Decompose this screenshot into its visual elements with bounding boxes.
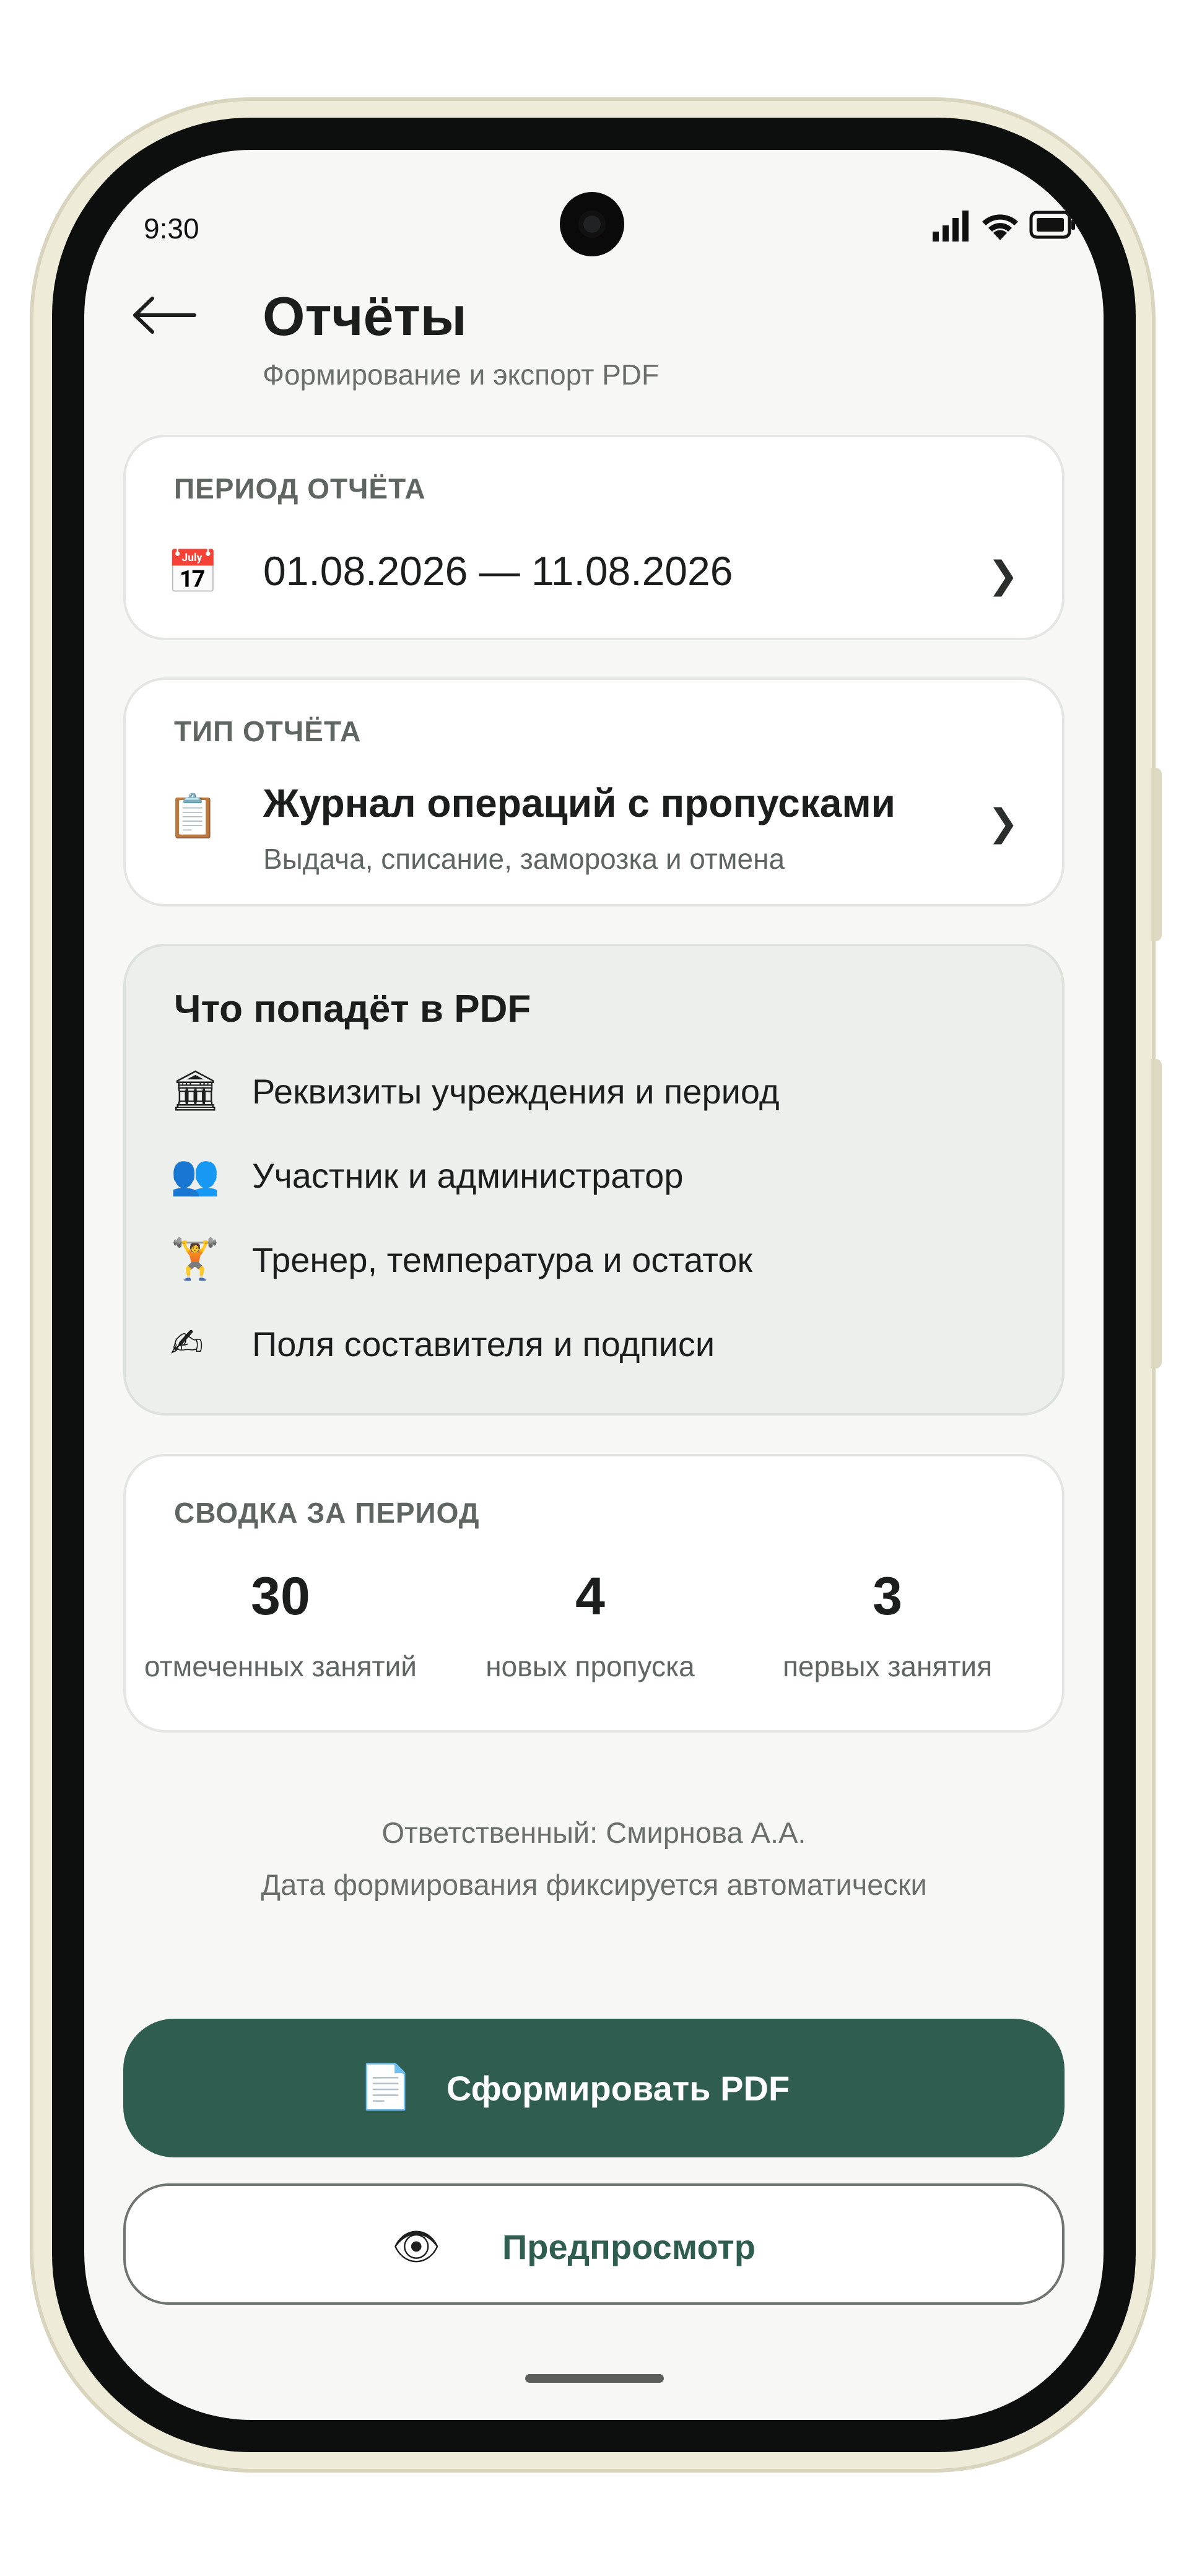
trainer-icon: 🏋: [170, 1237, 220, 1281]
power-button: [1151, 1059, 1162, 1368]
chevron-right-icon: ❯: [987, 802, 1019, 843]
chevron-right-icon: ❯: [987, 554, 1019, 596]
stat-value: 30: [251, 1567, 310, 1626]
report-type-title: Журнал операций с пропусками: [263, 781, 895, 825]
period-label: ПЕРИОД ОТЧЁТА: [174, 472, 426, 505]
signal-icon: [933, 211, 969, 242]
stat-label: новых пропуска: [486, 1650, 695, 1682]
summary-label: СВОДКА ЗА ПЕРИОД: [174, 1497, 480, 1529]
generate-pdf-button[interactable]: 📄 Сформировать PDF: [123, 2019, 1065, 2157]
stat-value: 3: [873, 1567, 902, 1626]
stat-sessions: 30 отмеченных занятий: [120, 1565, 442, 1683]
report-type-description: Выдача, списание, заморозка и отмена: [263, 843, 785, 875]
report-type-selector[interactable]: ТИП ОТЧЁТА 📋 Журнал операций с пропускам…: [123, 677, 1065, 907]
document-icon: 📄: [359, 2063, 413, 2111]
period-selector[interactable]: ПЕРИОД ОТЧЁТА 📅 01.08.2026 — 11.08.2026 …: [123, 435, 1065, 640]
list-item-text: Поля составителя и подписи: [252, 1325, 715, 1364]
list-item-text: Участник и администратор: [252, 1156, 684, 1195]
eye-icon: 👁: [392, 2226, 441, 2268]
home-indicator[interactable]: [525, 2374, 664, 2383]
battery-icon: [1029, 211, 1075, 239]
stat-new-passes: 4 новых пропуска: [429, 1565, 751, 1683]
summary-card: СВОДКА ЗА ПЕРИОД 30 отмеченных занятий 4…: [123, 1454, 1065, 1733]
volume-button: [1151, 768, 1162, 941]
auto-date-note: Дата формирования фиксируется автоматиче…: [261, 1868, 927, 1901]
app-screen: 9:30 Отчёты Формирование и экспорт PDF П…: [84, 150, 1104, 2420]
wifi-icon: [982, 214, 1018, 240]
arrow-left-icon[interactable]: [130, 294, 198, 337]
stat-value: 4: [575, 1567, 605, 1626]
report-type-label: ТИП ОТЧЁТА: [174, 715, 362, 747]
page-title: Отчёты: [263, 285, 467, 347]
status-time: 9:30: [144, 212, 199, 245]
clipboard-icon: 📋: [167, 793, 219, 840]
stat-label: отмеченных занятий: [144, 1650, 417, 1682]
stat-label: первых занятия: [782, 1650, 992, 1682]
period-value: 01.08.2026 — 11.08.2026: [263, 548, 733, 594]
page-subtitle: Формирование и экспорт PDF: [263, 359, 660, 391]
pdf-contents-title: Что попадёт в PDF: [174, 988, 531, 1030]
writing-hand-icon: ✍: [170, 1321, 204, 1365]
people-icon: 👥: [170, 1152, 220, 1197]
list-item-text: Тренер, температура и остаток: [252, 1240, 752, 1279]
list-item-text: Реквизиты учреждения и период: [252, 1072, 780, 1111]
stat-first-sessions: 3 первых занятия: [726, 1565, 1048, 1683]
building-icon: 🏛: [170, 1068, 221, 1113]
front-camera: [560, 192, 624, 256]
generate-pdf-label: Сформировать PDF: [446, 2069, 790, 2108]
calendar-icon: 📅: [167, 549, 219, 596]
responsible-text: Ответственный: Смирнова А.А.: [381, 1816, 806, 1849]
preview-button[interactable]: 👁 Предпросмотр: [123, 2183, 1065, 2305]
preview-label: Предпросмотр: [502, 2227, 756, 2266]
pdf-contents-card: Что попадёт в PDF 🏛 Реквизиты учреждения…: [123, 944, 1065, 1416]
